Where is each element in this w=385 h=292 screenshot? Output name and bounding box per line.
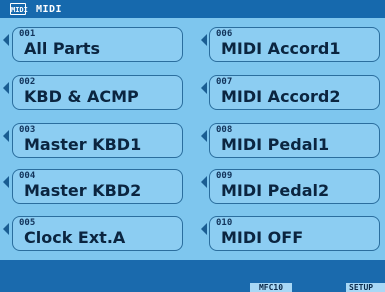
template-button-005[interactable]: 005 Clock Ext.A: [12, 216, 183, 251]
right-arrow-icon[interactable]: [201, 223, 207, 235]
template-label: MIDI Pedal2: [221, 181, 330, 200]
template-number: 010: [216, 218, 233, 228]
template-label: KBD & ACMP: [24, 87, 139, 106]
template-label: MIDI Accord2: [221, 87, 341, 106]
template-button-008[interactable]: 008 MIDI Pedal1: [209, 123, 380, 158]
bottom-bar: [0, 260, 385, 292]
template-number: 003: [19, 125, 36, 135]
template-number: 006: [216, 29, 233, 39]
template-number: 001: [19, 29, 36, 39]
left-arrow-icon[interactable]: [3, 176, 9, 188]
right-arrow-icon[interactable]: [201, 176, 207, 188]
tab-mfc10[interactable]: MFC10: [250, 283, 292, 292]
left-arrow-icon[interactable]: [3, 223, 9, 235]
right-arrow-icon[interactable]: [201, 34, 207, 46]
template-button-002[interactable]: 002 KBD & ACMP: [12, 75, 183, 110]
midi-template-grid: 001 All Parts 002 KBD & ACMP 003 Master …: [0, 0, 385, 260]
template-label: All Parts: [24, 39, 101, 58]
template-button-006[interactable]: 006 MIDI Accord1: [209, 27, 380, 62]
template-number: 008: [216, 125, 233, 135]
template-number: 007: [216, 77, 233, 87]
template-label: MIDI OFF: [221, 228, 304, 247]
template-number: 009: [216, 171, 233, 181]
template-button-009[interactable]: 009 MIDI Pedal2: [209, 169, 380, 204]
template-button-003[interactable]: 003 Master KBD1: [12, 123, 183, 158]
template-button-004[interactable]: 004 Master KBD2: [12, 169, 183, 204]
right-arrow-icon[interactable]: [201, 130, 207, 142]
template-label: Master KBD1: [24, 135, 142, 154]
right-arrow-icon[interactable]: [201, 82, 207, 94]
template-button-010[interactable]: 010 MIDI OFF: [209, 216, 380, 251]
template-label: Master KBD2: [24, 181, 142, 200]
template-label: MIDI Accord1: [221, 39, 341, 58]
left-arrow-icon[interactable]: [3, 82, 9, 94]
template-number: 002: [19, 77, 36, 87]
template-number: 004: [19, 171, 36, 181]
template-label: MIDI Pedal1: [221, 135, 330, 154]
left-arrow-icon[interactable]: [3, 34, 9, 46]
tab-setup[interactable]: SETUP: [346, 283, 385, 292]
template-button-001[interactable]: 001 All Parts: [12, 27, 183, 62]
template-number: 005: [19, 218, 36, 228]
left-arrow-icon[interactable]: [3, 130, 9, 142]
template-label: Clock Ext.A: [24, 228, 126, 247]
template-button-007[interactable]: 007 MIDI Accord2: [209, 75, 380, 110]
